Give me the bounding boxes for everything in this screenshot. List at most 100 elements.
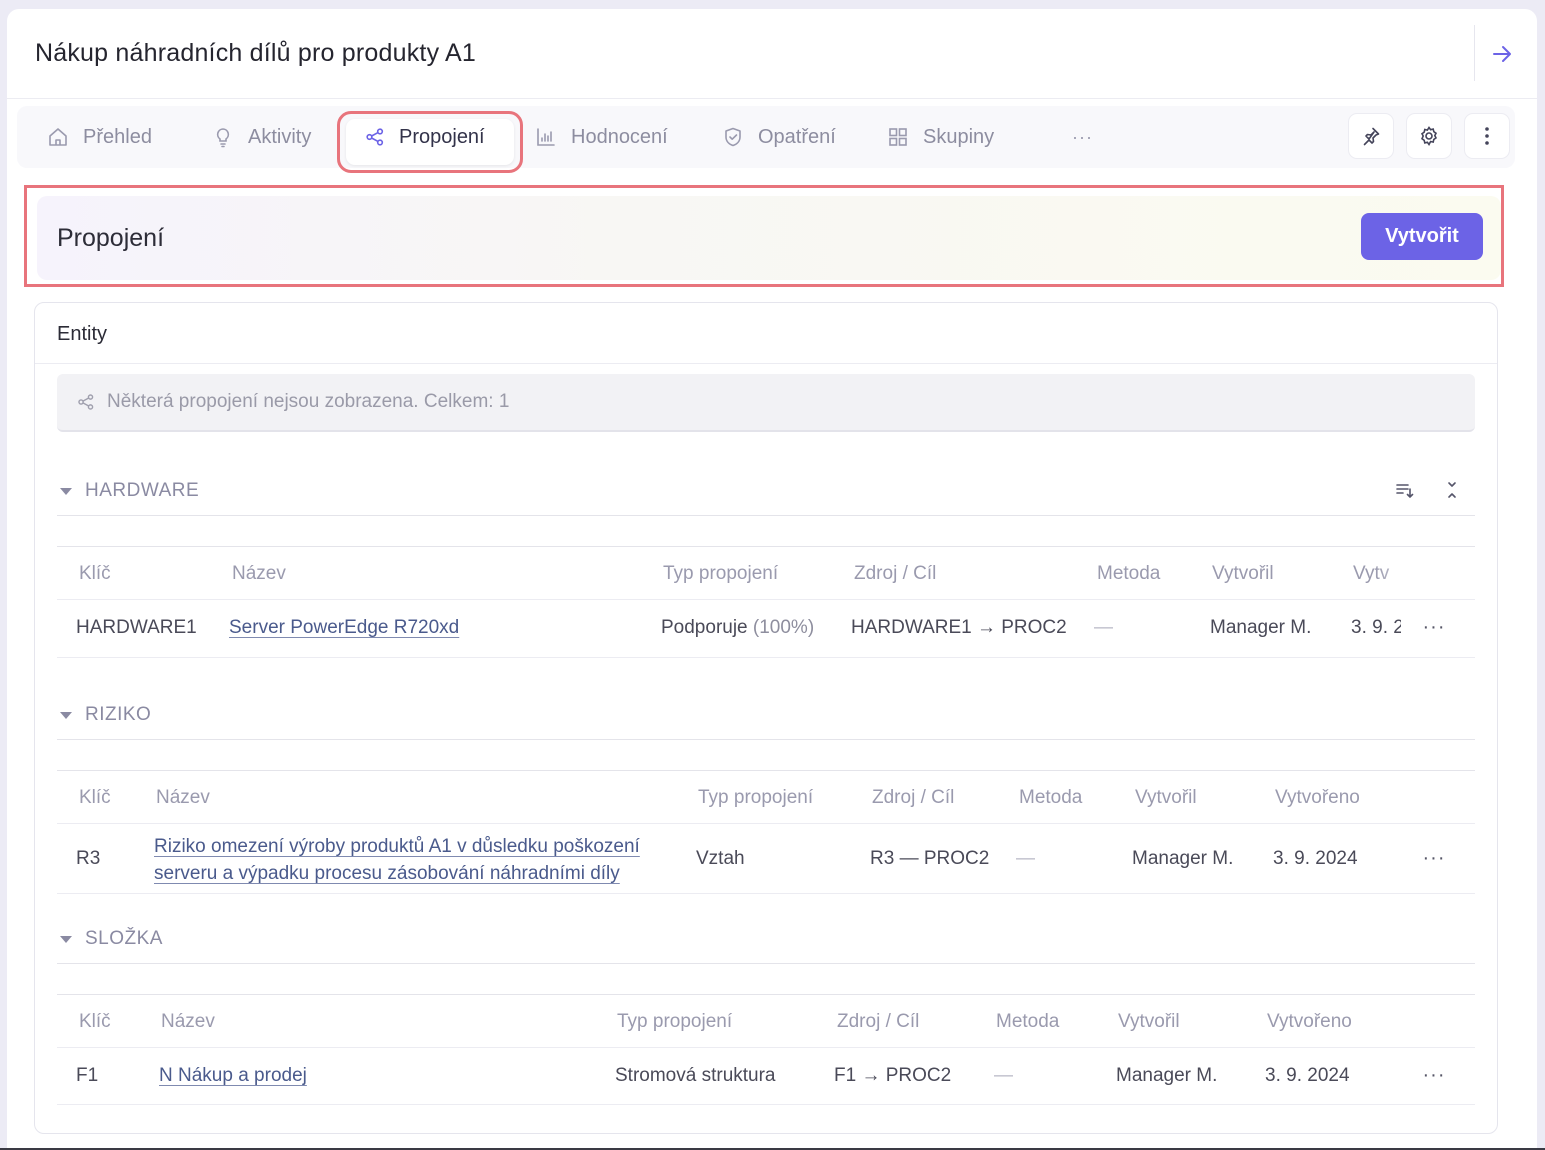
- type-label: Podporuje: [661, 617, 748, 638]
- tab-hodnoceni[interactable]: Hodnocení: [535, 106, 668, 168]
- pin-button[interactable]: [1348, 113, 1394, 159]
- hidden-links-notice: Některá propojení nejsou zobrazena. Celk…: [57, 374, 1475, 432]
- section-title: Propojení: [57, 224, 165, 252]
- column-header[interactable]: Typ propojení: [663, 563, 778, 585]
- cell-method: —: [994, 1065, 1013, 1086]
- sort-icon[interactable]: [1391, 476, 1419, 504]
- tab-label: Opatření: [758, 125, 836, 148]
- cell-type: Stromová struktura: [615, 1065, 776, 1086]
- column-header[interactable]: Klíč: [79, 1011, 111, 1033]
- card-title: Entity: [57, 323, 108, 345]
- cell-key: F1: [76, 1065, 99, 1086]
- pin-icon: [1363, 127, 1380, 146]
- collapse-icon[interactable]: [1438, 476, 1466, 504]
- cell-created-by: Manager M.: [1210, 617, 1312, 638]
- tab-bar: Přehled Aktivity Propojení Hodnocení Opa…: [17, 106, 1515, 173]
- tab-label: Aktivity: [248, 125, 312, 148]
- row-menu-button[interactable]: ···: [1419, 843, 1449, 873]
- group-toggle-slozka[interactable]: SLOŽKA: [57, 928, 163, 950]
- share-icon: [366, 128, 384, 146]
- tab-prehled[interactable]: Přehled: [47, 106, 152, 168]
- column-header[interactable]: Vytvořeno: [1267, 1011, 1352, 1033]
- column-header[interactable]: Vytvořil: [1212, 563, 1274, 585]
- cell-type: Vztah: [696, 848, 745, 869]
- cell-name: Server PowerEdge R720xd: [229, 617, 459, 639]
- page-title: Nákup náhradních dílů pro produkty A1: [35, 39, 477, 67]
- entity-link-continued[interactable]: serveru a výpadku procesu zásobování náh…: [154, 863, 620, 884]
- cell-source-target: R3 — PROC2: [870, 848, 990, 869]
- tab-opatreni[interactable]: Opatření: [722, 106, 836, 168]
- scroll-fade: [1375, 547, 1435, 599]
- column-header[interactable]: Název: [232, 563, 286, 585]
- grid-icon: [889, 128, 907, 146]
- column-header[interactable]: Název: [161, 1011, 215, 1033]
- row-menu-button[interactable]: ···: [1419, 1060, 1449, 1090]
- column-header[interactable]: Klíč: [79, 563, 111, 585]
- column-header[interactable]: Vytvořil: [1118, 1011, 1180, 1033]
- caret-down-icon: [60, 935, 72, 943]
- header-divider: [1474, 25, 1475, 81]
- group-name: HARDWARE: [85, 480, 200, 501]
- tab-label: Propojení: [399, 125, 485, 148]
- column-header[interactable]: Vytvořil: [1135, 787, 1197, 809]
- settings-button[interactable]: [1406, 113, 1452, 159]
- tab-aktivity[interactable]: Aktivity: [212, 106, 311, 168]
- table-header-hardware: Klíč Název Typ propojení Zdroj / Cíl Met…: [57, 546, 1475, 600]
- tab-propojeni[interactable]: Propojení: [365, 106, 485, 168]
- cell-name: Riziko omezení výroby produktů A1 v důsl…: [154, 833, 640, 887]
- table-row: HARDWARE1 Server PowerEdge R720xd Podpor…: [57, 600, 1475, 658]
- cell-created-by: Manager M.: [1132, 848, 1234, 869]
- cell-created: 3. 9. 2024: [1265, 1065, 1350, 1086]
- cell-method: —: [1016, 848, 1035, 869]
- section-header: Propojení Vytvořit: [37, 196, 1501, 280]
- column-header[interactable]: Metoda: [1097, 563, 1160, 585]
- column-header[interactable]: Název: [156, 787, 210, 809]
- cell-source-target: F1 → PROC2: [834, 1065, 952, 1086]
- caret-down-icon: [60, 711, 72, 719]
- column-header[interactable]: Zdroj / Cíl: [872, 787, 954, 809]
- column-header[interactable]: Zdroj / Cíl: [837, 1011, 919, 1033]
- group-name: RIZIKO: [85, 704, 152, 725]
- column-header[interactable]: Vytvořeno: [1275, 787, 1360, 809]
- create-button[interactable]: Vytvořit: [1361, 213, 1483, 260]
- group-toggle-riziko[interactable]: RIZIKO: [57, 704, 151, 726]
- group-toggle-hardware[interactable]: HARDWARE: [57, 480, 199, 502]
- entity-link[interactable]: N Nákup a prodej: [159, 1065, 307, 1086]
- more-options-button[interactable]: [1464, 113, 1510, 159]
- column-header[interactable]: Metoda: [1019, 787, 1082, 809]
- page-header: Nákup náhradních dílů pro produkty A1: [7, 9, 1537, 99]
- type-percent: (100%): [752, 617, 815, 638]
- column-header[interactable]: Zdroj / Cíl: [854, 563, 936, 585]
- entity-link[interactable]: Server PowerEdge R720xd: [229, 617, 459, 638]
- cell-key: HARDWARE1: [76, 617, 197, 638]
- main-panel: Nákup náhradních dílů pro produkty A1 Př…: [7, 9, 1537, 1150]
- cell-created-by: Manager M.: [1116, 1065, 1218, 1086]
- table-header-riziko: Klíč Název Typ propojení Zdroj / Cíl Met…: [57, 770, 1475, 824]
- cell-name: N Nákup a prodej: [159, 1065, 307, 1087]
- entity-link[interactable]: Riziko omezení výroby produktů A1 v důsl…: [154, 836, 640, 857]
- column-header[interactable]: Typ propojení: [617, 1011, 732, 1033]
- group-name: SLOŽKA: [85, 928, 163, 949]
- lightbulb-icon: [216, 128, 230, 148]
- column-header[interactable]: Metoda: [996, 1011, 1059, 1033]
- tab-skupiny[interactable]: Skupiny: [887, 106, 994, 168]
- cell-type: Podporuje (100%): [661, 617, 814, 639]
- table-row: R3 Riziko omezení výroby produktů A1 v d…: [57, 824, 1475, 894]
- column-header[interactable]: Klíč: [79, 787, 111, 809]
- cell-source-target: HARDWARE1 → PROC2: [851, 617, 1067, 638]
- arrow-right-icon[interactable]: [1487, 39, 1517, 69]
- group-header-slozka: SLOŽKA: [57, 914, 1475, 964]
- shield-check-icon: [725, 127, 741, 147]
- tab-label: Hodnocení: [571, 125, 668, 148]
- cell-method: —: [1094, 617, 1113, 638]
- tab-more-button[interactable]: ···: [1072, 106, 1093, 168]
- tab-label: Přehled: [83, 125, 152, 148]
- column-header[interactable]: Typ propojení: [698, 787, 813, 809]
- cell-key: R3: [76, 848, 101, 869]
- cell-created: 3. 9. 2024: [1273, 848, 1358, 869]
- table-header-slozka: Klíč Název Typ propojení Zdroj / Cíl Met…: [57, 994, 1475, 1048]
- gear-icon: [1420, 126, 1438, 147]
- table-row: F1 N Nákup a prodej Stromová struktura F…: [57, 1048, 1475, 1105]
- row-menu-button[interactable]: ···: [1419, 612, 1449, 642]
- card-divider: [35, 363, 1497, 364]
